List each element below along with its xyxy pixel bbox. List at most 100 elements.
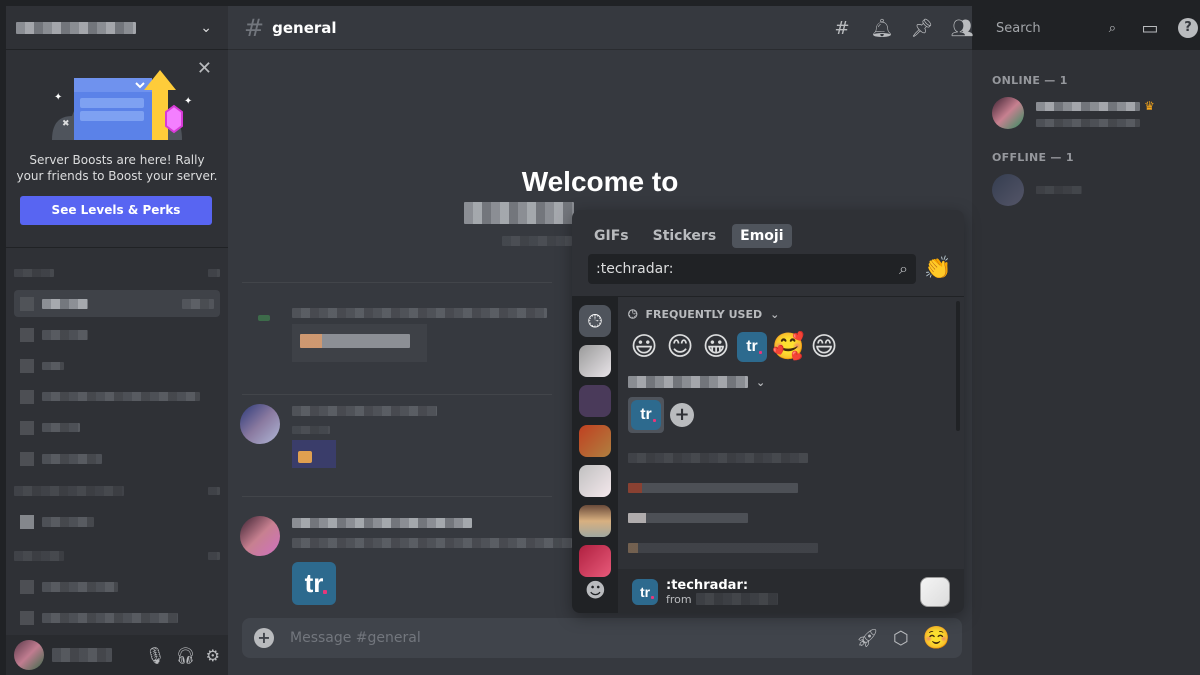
add-emoji-plus-icon[interactable]: + bbox=[670, 403, 694, 427]
inbox-icon[interactable]: ▭ bbox=[1138, 18, 1162, 39]
channel-category[interactable] bbox=[14, 484, 220, 498]
message-input[interactable] bbox=[290, 630, 857, 646]
member-avatar bbox=[992, 174, 1024, 206]
server-icon[interactable] bbox=[579, 545, 611, 577]
pin-icon[interactable]: 📌︎ bbox=[910, 18, 934, 39]
server-icon[interactable] bbox=[579, 505, 611, 537]
user-avatar[interactable] bbox=[240, 404, 280, 444]
emoji-smiling-hearts[interactable]: 🥰 bbox=[772, 331, 804, 363]
tab-emoji[interactable]: Emoji bbox=[732, 224, 792, 248]
see-levels-perks-button[interactable]: See Levels & Perks bbox=[20, 196, 212, 225]
message-divider bbox=[242, 282, 552, 283]
channel-item[interactable] bbox=[14, 383, 220, 410]
message-composer: + 🚀︎ ⬡ ☺️ bbox=[242, 618, 962, 658]
channel-sidebar: ⌄ ✕ ✦ ✦ ✖ Server Boosts are here! Rally … bbox=[6, 6, 228, 675]
server-emoji-header[interactable]: ⌄ bbox=[628, 373, 954, 391]
channel-item[interactable] bbox=[14, 445, 220, 472]
boost-banner: ✕ ✦ ✦ ✖ Server Boosts are here! Rally yo… bbox=[6, 50, 228, 248]
nitro-icon[interactable]: ⬡ bbox=[893, 628, 909, 649]
upload-plus-icon[interactable]: + bbox=[254, 628, 274, 648]
online-category: ONLINE — 1 bbox=[992, 74, 1068, 87]
channel-list bbox=[6, 248, 228, 631]
emoji-search-input[interactable] bbox=[596, 261, 900, 277]
help-icon[interactable]: ? bbox=[1178, 18, 1198, 38]
server-name-redacted bbox=[464, 202, 574, 224]
server-icon[interactable] bbox=[579, 385, 611, 417]
scrollbar[interactable] bbox=[956, 301, 960, 431]
svg-text:✖: ✖ bbox=[62, 119, 70, 129]
channel-item[interactable] bbox=[14, 321, 220, 348]
emoji-category-rail: 🕒︎ ☻ bbox=[572, 297, 618, 613]
gift-rocket-icon[interactable]: 🚀︎ bbox=[856, 628, 879, 649]
hash-icon: # bbox=[244, 13, 265, 42]
header-toolbar: # 🔔︎ 📌︎ 👥︎ ⌕ ▭ ? bbox=[830, 6, 1198, 50]
channel-item[interactable] bbox=[14, 414, 220, 441]
username-redacted bbox=[52, 648, 112, 662]
channel-item[interactable] bbox=[14, 573, 220, 600]
emoji-techradar[interactable]: tr bbox=[631, 400, 661, 430]
threads-icon[interactable]: # bbox=[830, 18, 854, 39]
boost-text: Server Boosts are here! Rally your frien… bbox=[16, 153, 218, 183]
random-emoji-clap-icon[interactable]: 👏 bbox=[924, 256, 951, 281]
server-header[interactable]: ⌄ bbox=[6, 6, 228, 50]
welcome-subtitle-redacted bbox=[502, 236, 572, 246]
emoji-smiley[interactable]: 😃 bbox=[628, 331, 660, 363]
emoji-category-smiley-icon[interactable]: ☻ bbox=[585, 578, 606, 602]
search-box[interactable]: ⌕ bbox=[990, 16, 1122, 40]
search-icon: ⌕ bbox=[1108, 20, 1116, 36]
frequently-used-header[interactable]: 🕒︎ FREQUENTLY USED ⌄ bbox=[628, 305, 954, 323]
emoji-search-box[interactable]: ⌕ bbox=[588, 254, 916, 284]
channel-item[interactable] bbox=[14, 352, 220, 379]
members-icon[interactable]: 👥︎ bbox=[950, 18, 974, 39]
channel-item[interactable] bbox=[14, 508, 220, 535]
channel-item[interactable] bbox=[14, 604, 220, 631]
picker-tabs: GIFs Stickers Emoji bbox=[572, 210, 964, 248]
server-icon[interactable] bbox=[579, 345, 611, 377]
server-section-redacted[interactable] bbox=[628, 543, 818, 553]
server-icon[interactable] bbox=[579, 425, 611, 457]
headphones-icon[interactable]: 🎧︎ bbox=[175, 646, 195, 665]
channel-category[interactable] bbox=[14, 549, 220, 563]
emoji-grid: 🕒︎ FREQUENTLY USED ⌄ 😃 😊 😀 tr 🥰 😄 ⌄ tr + bbox=[618, 297, 964, 569]
member-item[interactable] bbox=[992, 170, 1192, 210]
search-input[interactable] bbox=[996, 20, 1096, 36]
channel-item[interactable] bbox=[14, 290, 220, 317]
preview-emoji-name: :techradar: bbox=[666, 577, 749, 593]
user-panel: 🎙︎ 🎧︎ ⚙ bbox=[6, 635, 228, 675]
server-icon bbox=[920, 576, 950, 607]
emoji-smile[interactable]: 😄 bbox=[808, 331, 840, 363]
channel-title: general bbox=[272, 18, 337, 37]
welcome-title: Welcome to bbox=[521, 166, 679, 197]
clock-icon: 🕒︎ bbox=[628, 306, 638, 321]
emoji-preview: tr :techradar: from bbox=[618, 569, 964, 613]
tab-stickers[interactable]: Stickers bbox=[645, 224, 725, 248]
svg-text:✦: ✦ bbox=[54, 92, 62, 103]
server-section-redacted[interactable] bbox=[628, 453, 808, 463]
emoji-blush[interactable]: 😊 bbox=[664, 331, 696, 363]
member-list: ONLINE — 1 ♛ OFFLINE — 1 bbox=[972, 50, 1200, 675]
boost-illustration: ✦ ✦ ✖ bbox=[52, 70, 192, 140]
message-divider bbox=[242, 394, 552, 395]
tab-gifs[interactable]: GIFs bbox=[586, 224, 637, 248]
emoji-button-icon[interactable]: ☺️ bbox=[923, 626, 950, 651]
server-name-redacted bbox=[16, 21, 136, 34]
close-icon[interactable]: ✕ bbox=[197, 58, 212, 79]
user-avatar[interactable] bbox=[240, 516, 280, 556]
server-icon[interactable] bbox=[579, 465, 611, 497]
emoji-techradar[interactable]: tr bbox=[737, 332, 767, 362]
settings-icon[interactable]: ⚙ bbox=[206, 646, 220, 665]
microphone-icon[interactable]: 🎙︎ bbox=[145, 646, 165, 665]
techradar-emoji[interactable]: tr bbox=[292, 562, 336, 605]
server-section-redacted[interactable] bbox=[628, 483, 798, 493]
emoji-grinning[interactable]: 😀 bbox=[700, 331, 732, 363]
channel-category[interactable] bbox=[14, 266, 220, 280]
member-avatar bbox=[992, 97, 1024, 129]
emoji-picker: GIFs Stickers Emoji ⌕ 👏 🕒︎ ☻ 🕒︎ FREQUENT… bbox=[572, 210, 964, 613]
chevron-down-icon[interactable]: ⌄ bbox=[200, 20, 212, 36]
member-item[interactable]: ♛ bbox=[992, 93, 1192, 133]
user-avatar[interactable] bbox=[14, 640, 44, 670]
preview-emoji-techradar: tr bbox=[632, 578, 658, 605]
recent-clock-icon[interactable]: 🕒︎ bbox=[579, 305, 611, 337]
server-section-redacted[interactable] bbox=[628, 513, 748, 523]
bell-icon[interactable]: 🔔︎ bbox=[870, 18, 894, 39]
